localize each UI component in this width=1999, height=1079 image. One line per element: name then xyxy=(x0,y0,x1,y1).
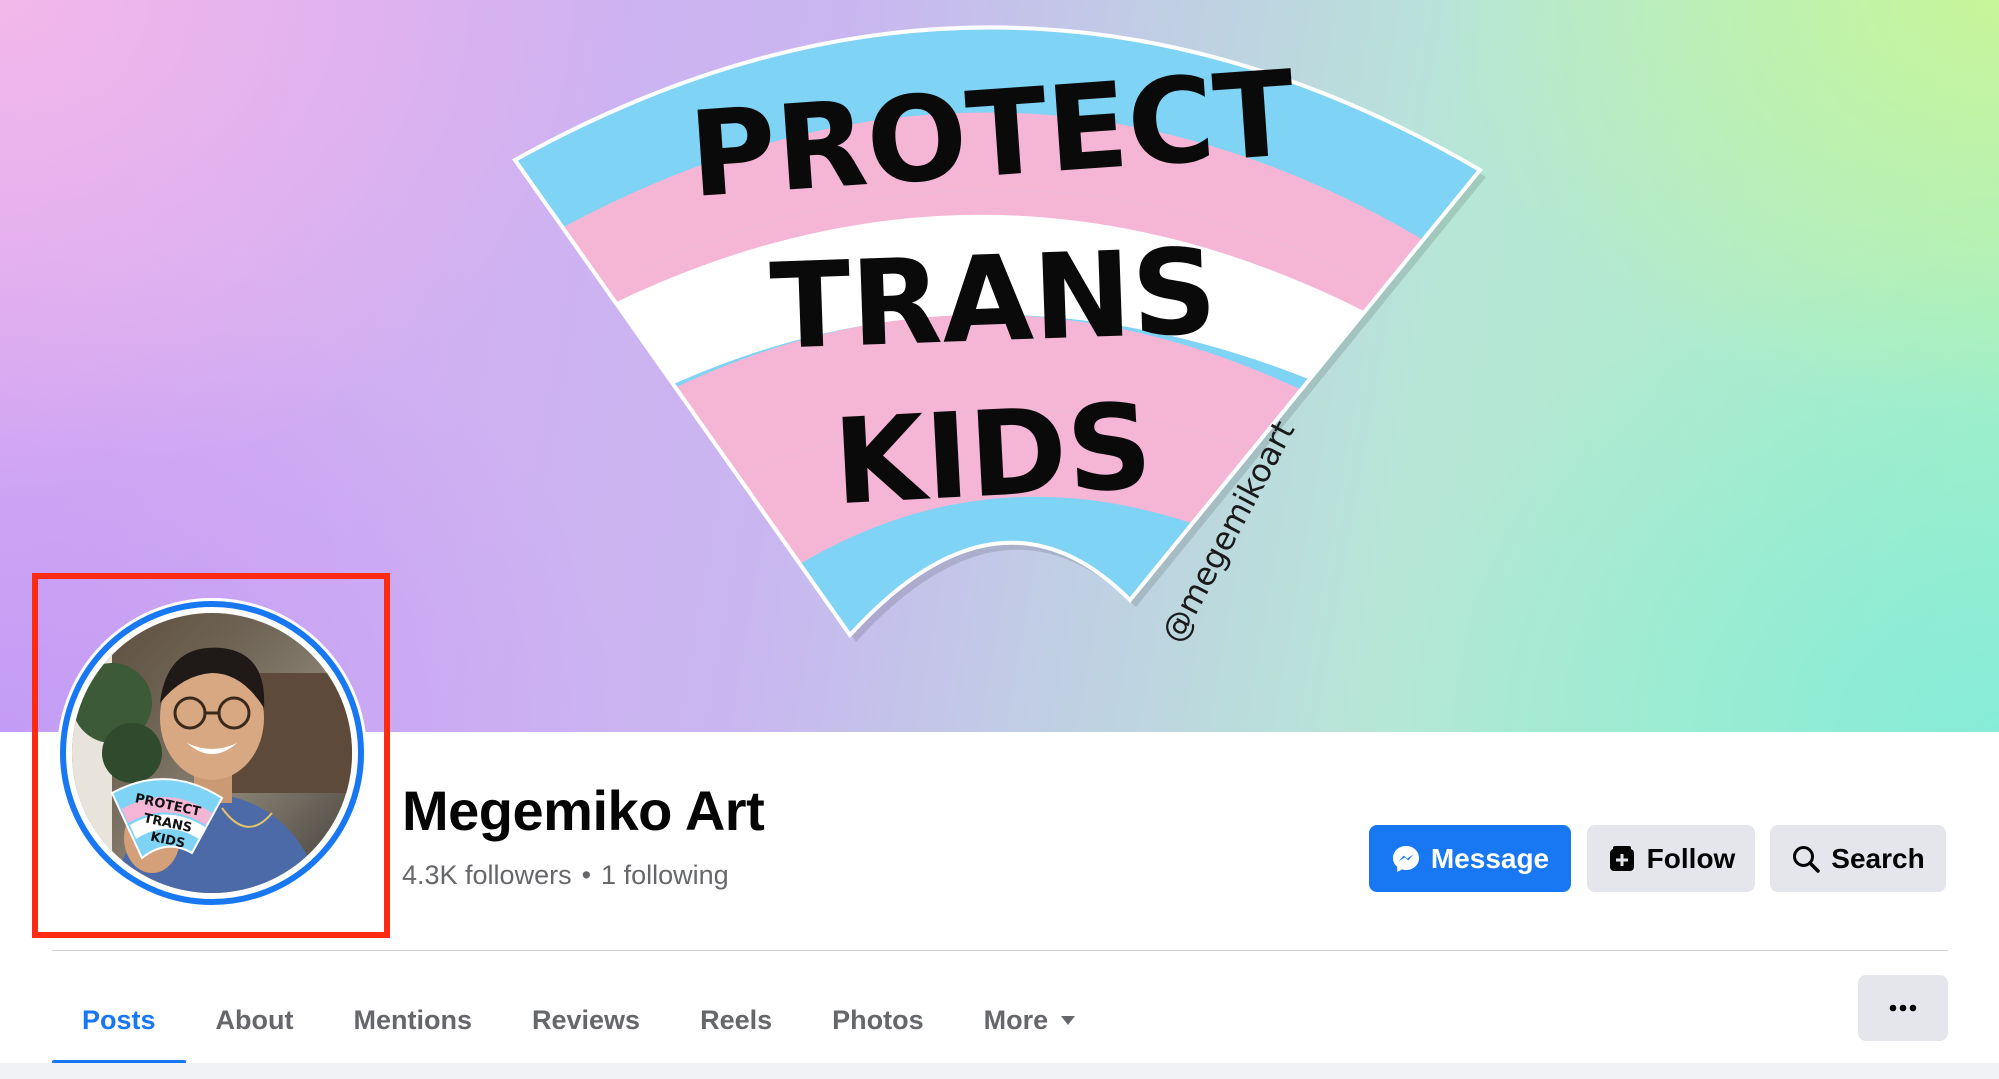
sticker-line-trans: TRANS xyxy=(768,222,1219,375)
following-count[interactable]: 1 following xyxy=(601,860,729,891)
tab-about[interactable]: About xyxy=(186,975,324,1065)
sticker-line-kids: KIDS xyxy=(830,377,1155,531)
tab-reels[interactable]: Reels xyxy=(670,975,802,1065)
follow-page-icon xyxy=(1609,845,1634,871)
followers-count[interactable]: 4.3K followers xyxy=(402,860,572,891)
search-icon xyxy=(1793,845,1821,873)
profile-avatar[interactable]: PROTECT TRANS KIDS xyxy=(72,613,352,893)
follow-stats: 4.3K followers • 1 following xyxy=(402,860,729,891)
page-title: Megemiko Art xyxy=(402,779,765,842)
caret-down-icon xyxy=(1061,1016,1076,1025)
tab-photos[interactable]: Photos xyxy=(802,975,954,1065)
header-divider xyxy=(52,950,1948,951)
messenger-icon xyxy=(1392,845,1419,872)
tab-more[interactable]: More xyxy=(954,975,1107,1065)
avatar-photo: PROTECT TRANS KIDS xyxy=(72,613,352,893)
message-button-label: Message xyxy=(1430,842,1550,874)
search-button[interactable]: Search xyxy=(1770,825,1946,892)
more-options-button[interactable] xyxy=(1858,975,1948,1041)
feed-background xyxy=(0,1063,1999,1079)
facebook-page-profile: PROTECT TRANS KIDS @megemikoart PROTECT … xyxy=(0,0,1999,1079)
search-button-label: Search xyxy=(1831,842,1925,874)
ellipsis-icon xyxy=(1889,1004,1917,1012)
tab-reviews[interactable]: Reviews xyxy=(502,975,670,1065)
stats-separator: • xyxy=(581,860,592,890)
follow-button-label: Follow xyxy=(1646,842,1736,874)
profile-tabs: Posts About Mentions Reviews Reels Photo… xyxy=(52,975,1106,1065)
follow-button[interactable]: Follow xyxy=(1587,825,1755,892)
message-button[interactable]: Message xyxy=(1369,825,1571,892)
tab-posts[interactable]: Posts xyxy=(52,975,186,1065)
tab-mentions[interactable]: Mentions xyxy=(324,975,503,1065)
